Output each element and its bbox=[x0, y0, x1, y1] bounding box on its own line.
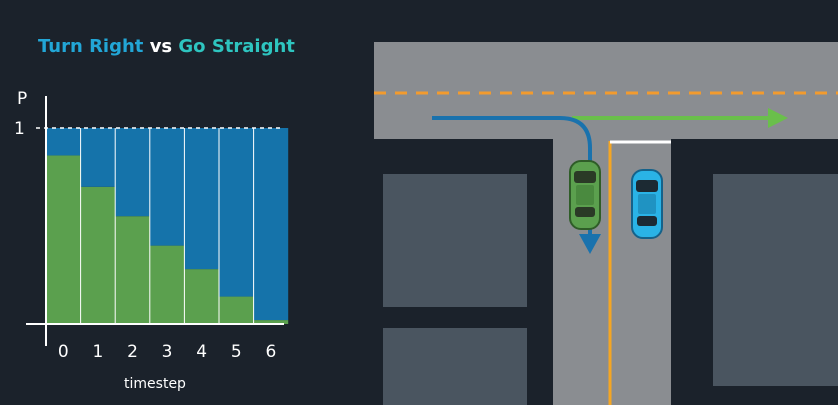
y-axis-label: P bbox=[17, 89, 27, 109]
city-block-left-top bbox=[383, 174, 527, 307]
bar-go-straight-1 bbox=[80, 186, 116, 324]
bar-turn-right-3 bbox=[149, 128, 185, 246]
x-tick-label-4: 4 bbox=[196, 342, 207, 362]
bar-go-straight-5 bbox=[219, 296, 254, 324]
bar-turn-right-4 bbox=[184, 128, 219, 270]
city-block-left-bottom bbox=[383, 328, 527, 405]
road-map bbox=[374, 42, 838, 405]
y-tick-label-1: 1 bbox=[14, 119, 25, 139]
x-tick-label-1: 1 bbox=[92, 342, 103, 362]
x-tick-labels: 0 1 2 3 4 5 6 bbox=[58, 342, 276, 362]
x-tick-label-2: 2 bbox=[127, 342, 138, 362]
x-tick-label-6: 6 bbox=[265, 342, 276, 362]
bar-turn-right-5 bbox=[219, 128, 254, 297]
green-car-icon bbox=[569, 160, 601, 230]
bar-go-straight-4 bbox=[184, 269, 219, 324]
probability-chart: P 1 0 1 2 3 4 5 6 timestep bbox=[14, 89, 289, 392]
bar-turn-right-0 bbox=[46, 128, 81, 156]
x-tick-label-0: 0 bbox=[58, 342, 69, 362]
bar-go-straight-0 bbox=[46, 155, 81, 324]
bar-go-straight-2 bbox=[115, 216, 150, 324]
figure-canvas: P 1 0 1 2 3 4 5 6 timestep bbox=[14, 42, 838, 405]
bar-go-straight-3 bbox=[149, 245, 185, 324]
x-tick-label-3: 3 bbox=[162, 342, 173, 362]
blue-car-icon bbox=[631, 169, 663, 239]
bar-turn-right-1 bbox=[80, 128, 116, 187]
chart-bars bbox=[46, 128, 289, 324]
bar-turn-right-2 bbox=[115, 128, 150, 217]
x-tick-label-5: 5 bbox=[231, 342, 242, 362]
x-axis-label: timestep bbox=[124, 376, 186, 392]
city-block-right bbox=[713, 174, 838, 386]
bar-turn-right-6 bbox=[253, 128, 289, 321]
